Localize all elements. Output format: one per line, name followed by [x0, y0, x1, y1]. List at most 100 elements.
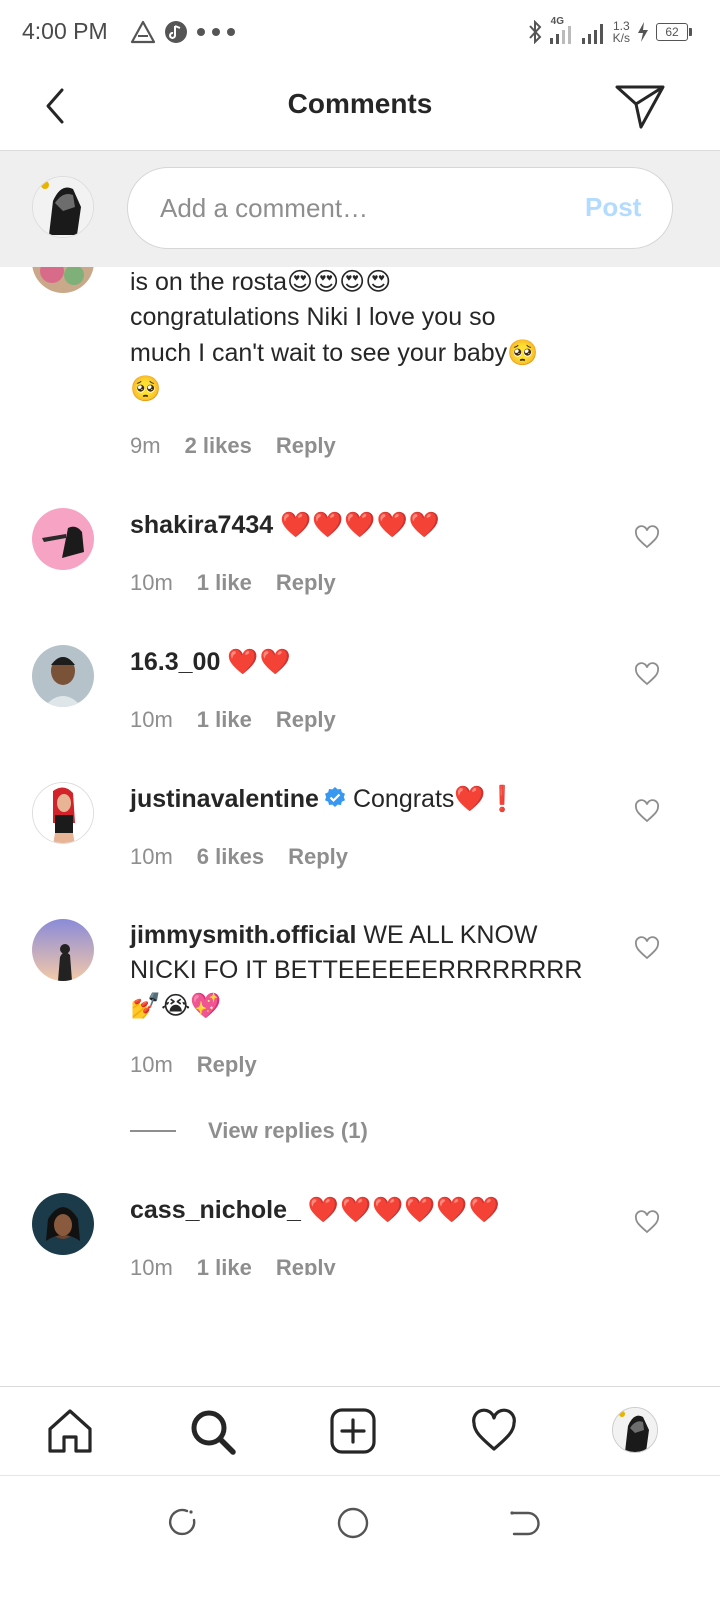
- search-icon[interactable]: [188, 1407, 236, 1455]
- emoji: 😍😍😍😍: [287, 267, 392, 296]
- comment-line: WE ALL KNOW: [363, 921, 538, 949]
- comment-username[interactable]: 16.3_00: [130, 648, 220, 676]
- emoji: 🥺: [507, 338, 539, 367]
- heart-outline-icon[interactable]: [634, 936, 660, 960]
- avatar[interactable]: [32, 645, 94, 707]
- heart-outline-icon[interactable]: [634, 1210, 660, 1234]
- comment-text: cass_nichole_ ❤️❤️❤️❤️❤️❤️: [130, 1192, 600, 1228]
- avatar[interactable]: [32, 176, 94, 238]
- bluetooth-icon: [528, 19, 542, 45]
- page-title: Comments: [287, 88, 433, 119]
- comment-time: 10m: [130, 1052, 173, 1077]
- reply-button[interactable]: Reply: [288, 844, 348, 870]
- like-count[interactable]: 1 like: [197, 707, 252, 733]
- like-count[interactable]: 6 likes: [197, 844, 264, 870]
- comment-time: 10m: [130, 570, 173, 595]
- home-icon[interactable]: [46, 1407, 94, 1455]
- comment-body: ❤️❤️❤️❤️❤️: [280, 510, 441, 539]
- comment-body: Congrats: [352, 785, 455, 813]
- reply-button[interactable]: Reply: [197, 1052, 257, 1078]
- home-button-icon[interactable]: [336, 1506, 370, 1540]
- comment-time: 10m: [130, 707, 173, 732]
- comment-username[interactable]: cass_nichole_: [130, 1196, 301, 1224]
- comment-line: much I can't wait to see your baby: [130, 339, 508, 367]
- like-count[interactable]: 2 likes: [185, 433, 252, 459]
- paper-plane-icon[interactable]: [614, 82, 666, 130]
- music-note-icon: [165, 21, 187, 43]
- comment-username[interactable]: jimmysmith.official: [130, 921, 356, 949]
- comment-meta: 9m 2 likes Reply: [130, 433, 336, 459]
- reply-button[interactable]: Reply: [276, 570, 336, 596]
- verified-badge-icon: [324, 787, 345, 807]
- post-button[interactable]: Post: [585, 192, 641, 223]
- comment-meta: 10m 1 like Reply: [130, 570, 336, 596]
- comment-text: justinavalentine Congrats❤️❗: [130, 781, 600, 817]
- heart-outline-icon[interactable]: [634, 662, 660, 686]
- avatar-image: [32, 645, 94, 707]
- avatar-image: [33, 177, 93, 237]
- profile-avatar[interactable]: [612, 1407, 658, 1453]
- avatar[interactable]: [32, 508, 94, 570]
- comment-time: 10m: [130, 1255, 173, 1275]
- speed-unit: K/s: [612, 31, 630, 45]
- comment-meta: 10m 1 like Reply: [130, 707, 336, 733]
- avatar[interactable]: [32, 782, 94, 844]
- comments-list: is on the rosta😍😍😍😍 congratulations Niki…: [0, 267, 720, 1275]
- plus-square-icon[interactable]: [329, 1407, 377, 1455]
- status-bar: 4:00 PM 4G 1.3 K/s 62: [0, 0, 720, 64]
- signal-bars-icon: [549, 26, 571, 44]
- avatar-image: [32, 508, 94, 570]
- avatar-image: [32, 267, 94, 293]
- reply-button[interactable]: Reply: [276, 433, 336, 459]
- comments-header: Comments: [0, 64, 720, 151]
- avatar[interactable]: [32, 267, 94, 293]
- signal-bars-icon-2: [581, 24, 603, 44]
- back-button-icon[interactable]: [506, 1506, 540, 1540]
- status-notification-icons: [130, 18, 236, 46]
- warning-triangle-icon: [130, 20, 156, 44]
- reply-button[interactable]: Reply: [276, 707, 336, 733]
- avatar-image: [32, 919, 94, 981]
- reply-button[interactable]: Reply: [276, 1255, 336, 1275]
- signal-4g: 4G: [549, 16, 575, 46]
- avatar[interactable]: [32, 919, 94, 981]
- comment-line: is on the rosta: [130, 268, 288, 296]
- avatar-image: [32, 1193, 94, 1255]
- view-replies-button[interactable]: View replies (1): [130, 1118, 368, 1144]
- comment-username[interactable]: justinavalentine: [130, 785, 319, 813]
- avatar-image: [613, 1408, 657, 1452]
- comment-text: shakira7434 ❤️❤️❤️❤️❤️: [130, 507, 600, 543]
- comment-meta: 10m 1 like Reply: [130, 1255, 336, 1275]
- emoji: 🥺: [130, 374, 162, 403]
- avatar[interactable]: [32, 1193, 94, 1255]
- comment-meta: 10m Reply: [130, 1052, 257, 1078]
- heart-outline-icon[interactable]: [634, 799, 660, 823]
- add-comment-bar: Post: [0, 151, 720, 267]
- recent-apps-icon[interactable]: [165, 1506, 199, 1540]
- system-navigation-bar: [0, 1475, 720, 1601]
- like-count[interactable]: 1 like: [197, 1255, 252, 1275]
- charging-icon: [638, 22, 648, 42]
- comment-line: congratulations Niki I love you so: [130, 303, 496, 331]
- emoji: ❤️❗: [454, 784, 519, 813]
- battery-indicator: 62: [656, 23, 692, 41]
- more-dots-icon: [197, 28, 235, 36]
- avatar-image: [33, 783, 93, 843]
- network-speed: 1.3 K/s: [613, 20, 630, 44]
- comment-text: 16.3_00 ❤️❤️: [130, 644, 600, 680]
- comment-body: ❤️❤️: [227, 647, 292, 676]
- comment-meta: 10m 6 likes Reply: [130, 844, 348, 870]
- comment-text: is on the rosta😍😍😍😍 congratulations Niki…: [130, 267, 600, 406]
- comment-username[interactable]: shakira7434: [130, 511, 273, 539]
- heart-outline-icon[interactable]: [634, 525, 660, 549]
- comment-body: ❤️❤️❤️❤️❤️❤️: [307, 1195, 501, 1224]
- heart-icon[interactable]: [470, 1407, 518, 1455]
- divider-line: [130, 1130, 176, 1132]
- comment-time: 10m: [130, 844, 173, 869]
- emoji: 💅😭💖: [130, 991, 222, 1020]
- like-count[interactable]: 1 like: [197, 570, 252, 596]
- status-system-icons: 4G 1.3 K/s 62: [527, 16, 692, 48]
- bottom-navigation: [0, 1386, 720, 1475]
- comment-time: 9m: [130, 433, 161, 458]
- view-replies-label: View replies (1): [208, 1118, 368, 1143]
